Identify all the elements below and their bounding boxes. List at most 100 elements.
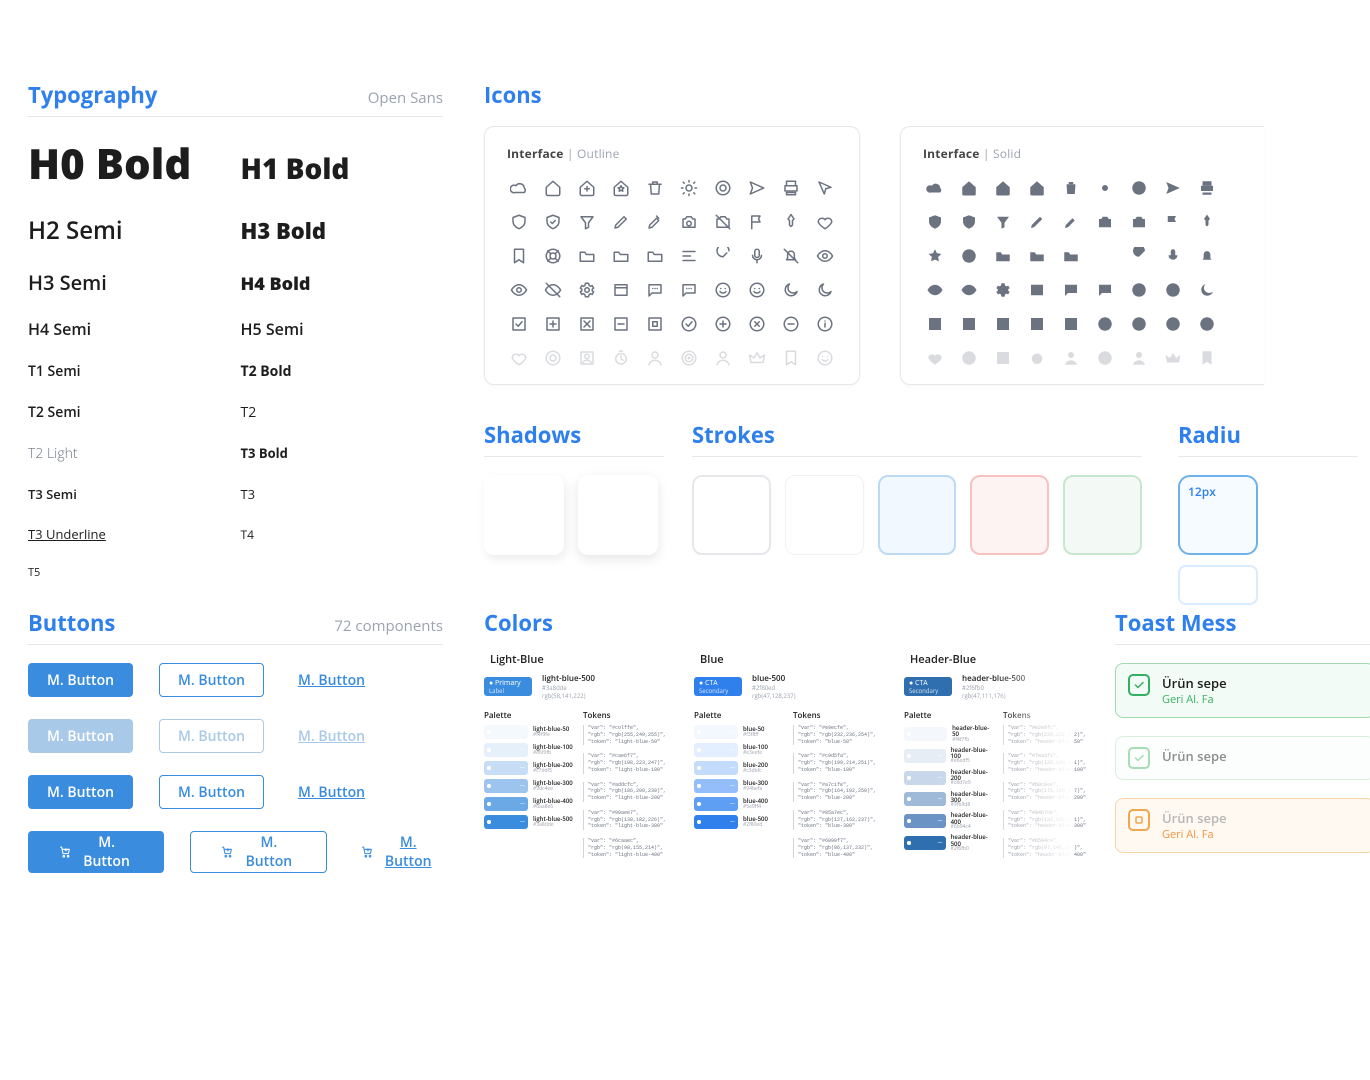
swatch-blue-100[interactable]: — blue-100#e3eefe: [694, 743, 785, 757]
swatch-header-blue-50[interactable]: — header-blue-50#f4f7fb: [904, 725, 995, 743]
send-icon: [1161, 176, 1185, 200]
toast-success[interactable]: Ürün sepe Geri Al. Fa: [1115, 663, 1370, 718]
home-plus-icon: [575, 176, 599, 200]
minus-sq-icon: [609, 312, 633, 336]
pencil-icon: [1025, 210, 1049, 234]
record-icon: [711, 176, 735, 200]
swatch-light-blue-50[interactable]: — light-blue-50#f4f9fe: [484, 725, 575, 739]
folder-icon: [643, 244, 667, 268]
toast-success-muted[interactable]: Ürün sepe: [1115, 736, 1370, 780]
colors-title: Colors: [484, 608, 553, 638]
bookmark-icon: [1195, 346, 1219, 370]
icons-solid-card: Interface | Solid: [900, 126, 1264, 385]
flag-icon: [745, 210, 769, 234]
toast-message: Ürün sepe: [1162, 674, 1227, 692]
info-circle-icon: [813, 312, 837, 336]
button-text[interactable]: M. Button: [290, 663, 373, 697]
star-icon: [923, 244, 947, 268]
check-sq-icon: [923, 312, 947, 336]
chat-bot-icon: [1059, 278, 1083, 302]
token-entry: "var": "#c9d5fa", "rgb": "rgb(199,214,25…: [793, 753, 884, 773]
token-entry: "var": "#99aee7", "rgb": "rgb(138,182,22…: [583, 810, 674, 830]
x-sq-icon: [575, 312, 599, 336]
button-primary[interactable]: M. Button: [28, 663, 133, 697]
swatch-light-blue-100[interactable]: — light-blue-100#e6f0fb: [484, 743, 575, 757]
smile-icon: [813, 346, 837, 370]
swatch-blue-300[interactable]: — blue-300#94befa: [694, 779, 785, 793]
swatch-header-blue-500[interactable]: — header-blue-500#2f6fb0: [904, 834, 995, 852]
token-entry: "var": "#addcfc", "rgb": "rgb(186,200,23…: [583, 782, 674, 802]
plus-circle-icon: [711, 312, 735, 336]
swatch-header-blue-400[interactable]: — header-blue-400#6b94c4: [904, 812, 995, 830]
flag-icon: [1161, 210, 1185, 234]
align-icon: [677, 244, 701, 268]
swatch-light-blue-200[interactable]: — light-blue-200#c7ddf5: [484, 761, 575, 775]
crown-icon: [1161, 346, 1185, 370]
toast-warning[interactable]: Ürün sepe Geri Al. Fa: [1115, 798, 1370, 853]
pin-icon: [779, 210, 803, 234]
button-outline-lg-icon[interactable]: M. Button: [190, 831, 326, 873]
printer-icon: [1195, 176, 1219, 200]
cart-plus-icon: [361, 844, 374, 860]
button-outline[interactable]: M. Button: [159, 775, 264, 809]
target-icon: [677, 346, 701, 370]
swatch-light-blue-500[interactable]: — light-blue-500#3a8dde: [484, 815, 575, 829]
swatch-blue-500[interactable]: — blue-500#2f80ed: [694, 815, 785, 829]
token-entry: "var": "#colffe", "rgb": "rgb(255,249,25…: [583, 725, 674, 745]
button-text[interactable]: M. Button: [290, 775, 373, 809]
button-primary[interactable]: M. Button: [28, 775, 133, 809]
night-icon: [779, 278, 803, 302]
swatch-blue-400[interactable]: — blue-400#5e9ff4: [694, 797, 785, 811]
swatch-blue-200[interactable]: — blue-200#c3dbfc: [694, 761, 785, 775]
toast-action[interactable]: Geri Al. Fa: [1162, 827, 1227, 842]
x-sq-icon: [991, 312, 1015, 336]
home-icon: [541, 176, 565, 200]
swatch-light-blue-400[interactable]: — light-blue-400#6aa8e6: [484, 797, 575, 811]
button-text-lg-icon[interactable]: M. Button: [353, 831, 443, 873]
minus-circle-icon: [1195, 312, 1219, 336]
mic-icon: [1161, 244, 1185, 268]
heart-icon: [923, 346, 947, 370]
mic-icon: [745, 244, 769, 268]
smile-icon: [1161, 278, 1185, 302]
align-icon: [1093, 244, 1117, 268]
bell-off-icon: [1195, 244, 1219, 268]
folder-icon: [991, 244, 1015, 268]
palette-Light-Blue: Light-Blue ● PrimaryLabel light-blue-500…: [484, 652, 674, 866]
minus-sq-icon: [1025, 312, 1049, 336]
token-entry: "var": "#6caaec", "rgb": "rgb(98,155,214…: [583, 838, 674, 858]
swatch-header-blue-200[interactable]: — header-blue-200#c8d7e9: [904, 769, 995, 787]
typography-font: Open Sans: [368, 88, 443, 108]
cursor-icon: [813, 176, 837, 200]
buttons-title: Buttons: [28, 608, 115, 638]
button-primary-lg-icon[interactable]: M. Button: [28, 831, 164, 873]
toast-action[interactable]: Geri Al. Fa: [1162, 692, 1227, 707]
swatch-blue-50[interactable]: — blue-50#f3f8ff: [694, 725, 785, 739]
chat-bot-icon: [1093, 278, 1117, 302]
type-style-t3s: T3 Semi: [28, 485, 231, 503]
swatch-light-blue-300[interactable]: — light-blue-300#9dc4ee: [484, 779, 575, 793]
type-style-t1s: T1 Semi: [28, 362, 231, 381]
heart-icon: [813, 210, 837, 234]
palette-Header-Blue: Header-Blue ● CTASecondary header-blue-5…: [904, 652, 1094, 866]
stop-sq-icon: [1059, 312, 1083, 336]
chat-bot-icon: [677, 278, 701, 302]
edit-icon: [643, 210, 667, 234]
cloud-icon: [923, 176, 947, 200]
palette-head-name: light-blue-500#3a8ddergb(58,141,222): [542, 673, 595, 700]
type-style-t4r: T4: [241, 526, 444, 543]
send-icon: [745, 176, 769, 200]
night-icon: [813, 278, 837, 302]
token-entry: "var": "#7ea3f1", "rgb": "rgb(126,168,24…: [1003, 753, 1094, 773]
sun-icon: [677, 176, 701, 200]
folder-icon: [575, 244, 599, 268]
stroke-blue: [878, 475, 957, 555]
token-entry: "var": "#6594c4", "rgb": "rgb(97,146,197…: [1003, 838, 1094, 858]
type-style-h4s: H4 Semi: [28, 318, 231, 340]
button-outline[interactable]: M. Button: [159, 663, 264, 697]
swatch-header-blue-300[interactable]: — header-blue-300#9fb9d8: [904, 791, 995, 809]
typography-grid: H0 BoldH1 BoldH2 SemiH3 BoldH3 SemiH4 Bo…: [28, 135, 443, 580]
swatch-header-blue-100[interactable]: — header-blue-100#e6edf5: [904, 747, 995, 765]
bookmark-icon: [779, 346, 803, 370]
plus-sq-icon: [957, 312, 981, 336]
